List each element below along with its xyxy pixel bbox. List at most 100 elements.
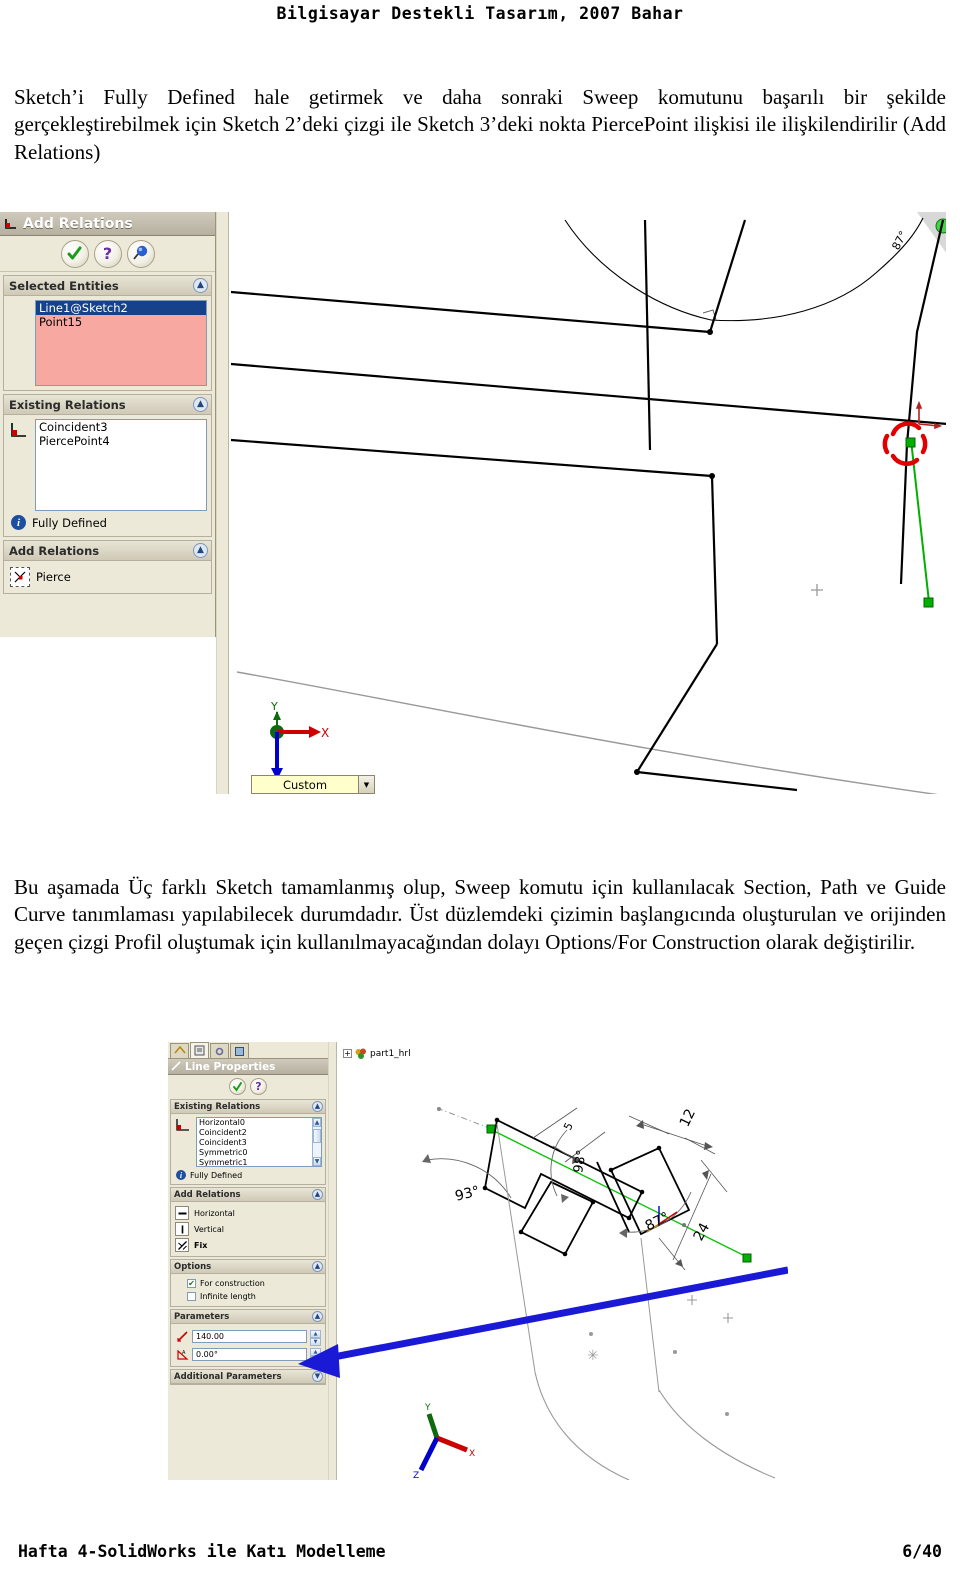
existing-relations-listbox[interactable]: Coincident3 PiercePoint4 bbox=[35, 419, 207, 511]
relation-label: Horizontal bbox=[194, 1208, 235, 1218]
list-item[interactable]: Coincident3 bbox=[197, 1138, 321, 1148]
part-name: part1_hrl bbox=[370, 1048, 411, 1059]
manager-tab-strip bbox=[168, 1042, 328, 1059]
tab-configuration-manager[interactable] bbox=[210, 1043, 229, 1058]
listbox-scrollbar[interactable]: ▲ ▼ bbox=[312, 1118, 321, 1166]
group-header-selected-entities[interactable]: Selected Entities ▲ bbox=[4, 276, 211, 296]
parameter-angle-row: A 0.00° ▲ ▼ bbox=[174, 1345, 322, 1364]
list-item[interactable]: PiercePoint4 bbox=[36, 434, 206, 448]
group-header-add-relations-2[interactable]: Add Relations ▲ bbox=[171, 1188, 325, 1202]
add-relation-horizontal-button[interactable]: Horizontal bbox=[174, 1205, 322, 1221]
relation-icon-2 bbox=[174, 1117, 192, 1167]
chevron-up-icon[interactable]: ▲ bbox=[312, 1101, 323, 1112]
chevron-up-icon[interactable]: ▲ bbox=[312, 1261, 323, 1272]
group-existing-relations-2: Existing Relations ▲ Horizontal0 Coincid… bbox=[170, 1099, 326, 1185]
selection-icon bbox=[8, 300, 30, 322]
cad-viewport-2[interactable]: + part1_hrl ✳ Y X Z 5 12 93° 98° 87° 24 bbox=[328, 1042, 788, 1480]
info-icon: i bbox=[11, 515, 26, 530]
group-title: Existing Relations bbox=[9, 397, 126, 412]
tab-property-manager[interactable] bbox=[190, 1042, 209, 1058]
group-parameters: Parameters ▲ 140.00 ▲ ▼ A 0.00° ▲ ▼ bbox=[170, 1309, 326, 1367]
panel-title-text-2: Line Properties bbox=[185, 1060, 276, 1073]
property-manager-panel-2: Line Properties ? Existing Relations ▲ H… bbox=[168, 1042, 328, 1480]
length-stepper[interactable]: ▲ ▼ bbox=[310, 1329, 321, 1346]
checkbox-unchecked-icon[interactable] bbox=[187, 1292, 196, 1301]
list-item[interactable]: Line1@Sketch2 bbox=[36, 301, 206, 315]
group-title: Options bbox=[174, 1261, 212, 1272]
parameter-length-row: 140.00 ▲ ▼ bbox=[174, 1327, 322, 1346]
chevron-down-icon[interactable]: ▼ bbox=[312, 1371, 323, 1382]
chevron-up-icon[interactable]: ▲ bbox=[193, 543, 208, 558]
group-header-existing-relations[interactable]: Existing Relations ▲ bbox=[4, 395, 211, 415]
fix-icon bbox=[175, 1238, 189, 1252]
scroll-up-arrow-icon[interactable]: ▲ bbox=[313, 1118, 321, 1127]
group-header-additional-parameters[interactable]: Additional Parameters ▼ bbox=[171, 1370, 325, 1384]
panel-action-buttons: ? bbox=[0, 236, 215, 272]
group-header-options[interactable]: Options ▲ bbox=[171, 1260, 325, 1274]
panel-title-bar-2: Line Properties bbox=[168, 1059, 328, 1075]
panel-title-bar: Add Relations bbox=[0, 212, 215, 236]
checkbox-checked-icon[interactable]: ✔ bbox=[187, 1279, 196, 1288]
group-body-selected-entities: Line1@Sketch2 Point15 bbox=[4, 296, 211, 390]
scrollbar-thumb[interactable] bbox=[313, 1129, 321, 1143]
group-add-relations-2: Add Relations ▲ Horizontal Vertical Fix bbox=[170, 1187, 326, 1257]
group-header-parameters[interactable]: Parameters ▲ bbox=[171, 1310, 325, 1324]
expand-icon[interactable]: + bbox=[343, 1049, 352, 1058]
chevron-up-icon[interactable]: ▲ bbox=[312, 1311, 323, 1322]
group-additional-parameters: Additional Parameters ▼ bbox=[170, 1369, 326, 1385]
tab-feature-manager[interactable] bbox=[170, 1043, 189, 1058]
group-header-existing-relations-2[interactable]: Existing Relations ▲ bbox=[171, 1100, 325, 1114]
chevron-up-icon[interactable]: ▲ bbox=[312, 1189, 323, 1200]
list-item[interactable]: Point15 bbox=[36, 315, 206, 329]
part-icon bbox=[355, 1048, 367, 1059]
add-relation-fix-button[interactable]: Fix bbox=[174, 1237, 322, 1253]
list-item[interactable]: Symmetric0 bbox=[197, 1148, 321, 1158]
property-manager-panel-1: Add Relations ? Selected Entities ▲ Line… bbox=[0, 212, 216, 637]
option-for-construction[interactable]: ✔ For construction bbox=[174, 1277, 322, 1290]
list-item[interactable]: Symmetric1 bbox=[197, 1158, 321, 1166]
length-input[interactable]: 140.00 bbox=[192, 1329, 307, 1343]
viewport-left-strip bbox=[217, 212, 229, 794]
group-options: Options ▲ ✔ For construction Infinite le… bbox=[170, 1259, 326, 1307]
angle-icon: A bbox=[175, 1347, 189, 1361]
chevron-up-icon[interactable]: ▲ bbox=[193, 278, 208, 293]
group-body-existing-relations: Coincident3 PiercePoint4 i Fully Defined bbox=[4, 415, 211, 536]
cad-viewport-1[interactable]: X Y Z 87° Custom ▼ bbox=[216, 212, 946, 794]
view-orientation-combo[interactable]: Custom ▼ bbox=[251, 775, 375, 794]
line-icon bbox=[171, 1061, 182, 1072]
group-header-add-relations[interactable]: Add Relations ▲ bbox=[4, 541, 211, 561]
horizontal-icon bbox=[175, 1206, 189, 1220]
group-title: Existing Relations bbox=[174, 1101, 261, 1112]
add-relation-pierce-button[interactable]: Pierce bbox=[8, 565, 207, 589]
list-item[interactable]: Coincident2 bbox=[197, 1128, 321, 1138]
angle-input[interactable]: 0.00° bbox=[192, 1347, 307, 1361]
group-body-existing-relations-2: Horizontal0 Coincident2 Coincident3 Symm… bbox=[171, 1114, 325, 1184]
solidworks-screenshot-line-properties: + part1_hrl ✳ Y X Z 5 12 93° 98° 87° 24 … bbox=[168, 1042, 788, 1480]
feature-tree-root[interactable]: + part1_hrl bbox=[343, 1048, 411, 1059]
selected-entities-listbox[interactable]: Line1@Sketch2 Point15 bbox=[35, 300, 207, 386]
tab-display-manager[interactable] bbox=[230, 1043, 249, 1058]
origin-x-label: X bbox=[321, 726, 329, 740]
ok-button[interactable] bbox=[60, 239, 89, 268]
angle-stepper[interactable]: ▲ ▼ bbox=[310, 1347, 321, 1364]
chevron-down-icon[interactable]: ▼ bbox=[358, 776, 374, 793]
pierce-icon bbox=[10, 567, 30, 587]
info-icon: i bbox=[176, 1170, 186, 1180]
scroll-down-arrow-icon[interactable]: ▼ bbox=[313, 1157, 321, 1166]
help-button[interactable]: ? bbox=[93, 239, 122, 268]
existing-relations-listbox-2[interactable]: Horizontal0 Coincident2 Coincident3 Symm… bbox=[196, 1117, 322, 1167]
list-item[interactable]: Coincident3 bbox=[36, 420, 206, 434]
group-title: Selected Entities bbox=[9, 278, 119, 293]
group-selected-entities: Selected Entities ▲ Line1@Sketch2 Point1… bbox=[3, 275, 212, 391]
option-infinite-length[interactable]: Infinite length bbox=[174, 1290, 322, 1303]
group-body-parameters: 140.00 ▲ ▼ A 0.00° ▲ ▼ bbox=[171, 1324, 325, 1366]
list-item[interactable]: Horizontal0 bbox=[197, 1118, 321, 1128]
ok-button-2[interactable] bbox=[229, 1077, 246, 1095]
origin-y-label: Y bbox=[270, 700, 278, 713]
svg-text:A: A bbox=[182, 1350, 186, 1356]
keep-visible-pin-button[interactable] bbox=[126, 239, 155, 268]
add-relation-vertical-button[interactable]: Vertical bbox=[174, 1221, 322, 1237]
help-button-2[interactable]: ? bbox=[250, 1077, 267, 1095]
chevron-up-icon[interactable]: ▲ bbox=[193, 397, 208, 412]
page-header-title: Bilgisayar Destekli Tasarım, 2007 Bahar bbox=[276, 4, 684, 23]
